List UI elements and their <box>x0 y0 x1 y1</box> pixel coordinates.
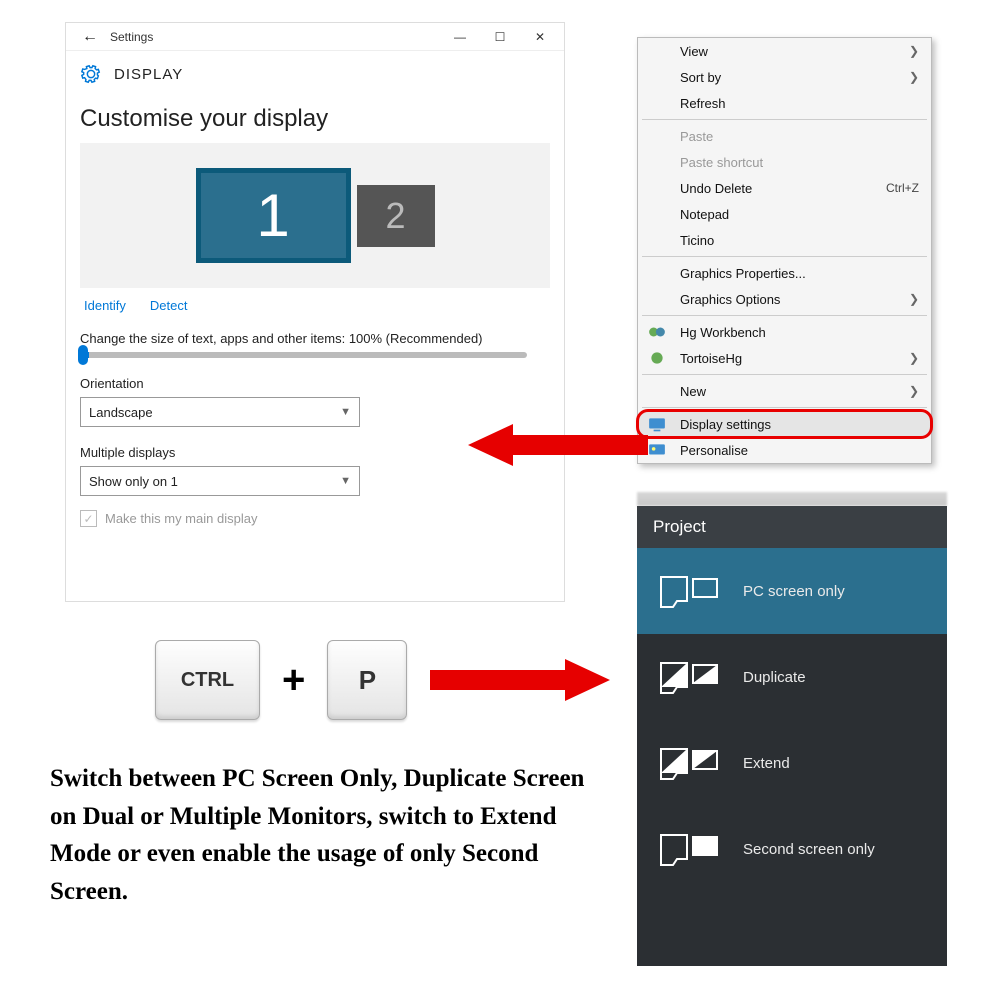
back-button[interactable]: ← <box>70 28 110 46</box>
project-label: Duplicate <box>743 669 806 686</box>
cm-tortoisehg[interactable]: TortoiseHg❯ <box>638 345 931 371</box>
pc-only-icon <box>659 571 721 611</box>
personalise-icon <box>648 441 666 459</box>
chevron-right-icon: ❯ <box>909 351 919 365</box>
main-display-label: Make this my main display <box>105 511 257 526</box>
maximize-button[interactable]: ☐ <box>480 30 520 44</box>
separator <box>642 407 927 408</box>
checkbox-icon: ✓ <box>80 510 97 527</box>
cm-view[interactable]: View❯ <box>638 38 931 64</box>
slider-thumb[interactable] <box>78 345 88 365</box>
tortoise-icon <box>648 349 666 367</box>
shortcut-text: Ctrl+Z <box>886 181 919 195</box>
second-only-icon <box>659 829 721 869</box>
cm-graphics-options[interactable]: Graphics Options❯ <box>638 286 931 312</box>
separator <box>642 374 927 375</box>
monitor-2[interactable]: 2 <box>357 185 435 247</box>
project-label: Extend <box>743 755 790 772</box>
orientation-label: Orientation <box>80 376 550 391</box>
cm-display-settings[interactable]: Display settings <box>638 411 931 437</box>
cm-undo[interactable]: Undo DeleteCtrl+Z <box>638 175 931 201</box>
separator <box>642 315 927 316</box>
chevron-right-icon: ❯ <box>909 292 919 306</box>
scale-slider[interactable] <box>80 352 527 358</box>
chevron-right-icon: ❯ <box>909 70 919 84</box>
header-title: DISPLAY <box>114 66 183 83</box>
plus-sign: + <box>282 658 305 703</box>
cm-paste: Paste <box>638 123 931 149</box>
keyboard-shortcut: CTRL + P <box>155 640 407 720</box>
cm-paste-shortcut: Paste shortcut <box>638 149 931 175</box>
orientation-dropdown[interactable]: Landscape ▼ <box>80 397 360 427</box>
chevron-down-icon: ▼ <box>340 475 351 487</box>
header: DISPLAY <box>66 51 564 91</box>
detect-link[interactable]: Detect <box>150 298 188 313</box>
multiple-displays-dropdown[interactable]: Show only on 1 ▼ <box>80 466 360 496</box>
project-duplicate[interactable]: Duplicate <box>637 634 947 720</box>
project-extend[interactable]: Extend <box>637 720 947 806</box>
cm-new[interactable]: New❯ <box>638 378 931 404</box>
monitor-1[interactable]: 1 <box>196 168 351 263</box>
main-display-checkbox: ✓ Make this my main display <box>80 510 550 527</box>
identify-link[interactable]: Identify <box>84 298 126 313</box>
arrow-annotation <box>430 655 610 705</box>
section-heading: Customise your display <box>66 91 564 143</box>
project-label: PC screen only <box>743 583 845 600</box>
chevron-right-icon: ❯ <box>909 44 919 58</box>
extend-icon <box>659 743 721 783</box>
window-title: Settings <box>110 30 153 44</box>
cm-refresh[interactable]: Refresh <box>638 90 931 116</box>
separator <box>642 256 927 257</box>
project-panel: Project PC screen only Duplicate <box>637 506 947 966</box>
project-pc-only[interactable]: PC screen only <box>637 548 947 634</box>
caption-text: Switch between PC Screen Only, Duplicate… <box>50 760 600 910</box>
key-p: P <box>327 640 407 720</box>
titlebar: ← Settings ― ☐ ✕ <box>66 23 564 51</box>
cm-hg-workbench[interactable]: Hg Workbench <box>638 319 931 345</box>
cm-notepad[interactable]: Notepad <box>638 201 931 227</box>
project-label: Second screen only <box>743 841 875 858</box>
scale-label: Change the size of text, apps and other … <box>80 331 550 346</box>
minimize-button[interactable]: ― <box>440 30 480 44</box>
multiple-displays-value: Show only on 1 <box>89 474 178 489</box>
display-preview[interactable]: 1 2 <box>80 143 550 288</box>
settings-window: ← Settings ― ☐ ✕ DISPLAY Customise your … <box>65 22 565 602</box>
cm-ticino[interactable]: Ticino <box>638 227 931 253</box>
blurred-background <box>637 492 947 506</box>
desktop-context-menu: View❯ Sort by❯ Refresh Paste Paste short… <box>637 37 932 464</box>
arrow-annotation <box>468 420 648 470</box>
chevron-right-icon: ❯ <box>909 384 919 398</box>
separator <box>642 119 927 120</box>
cm-sort[interactable]: Sort by❯ <box>638 64 931 90</box>
project-second-only[interactable]: Second screen only <box>637 806 947 892</box>
chevron-down-icon: ▼ <box>340 406 351 418</box>
close-button[interactable]: ✕ <box>520 30 560 44</box>
cm-graphics-properties[interactable]: Graphics Properties... <box>638 260 931 286</box>
hg-icon <box>648 323 666 341</box>
project-title: Project <box>637 506 947 548</box>
duplicate-icon <box>659 657 721 697</box>
monitor-icon <box>648 415 666 433</box>
orientation-value: Landscape <box>89 405 153 420</box>
cm-personalise[interactable]: Personalise <box>638 437 931 463</box>
gear-icon <box>80 63 102 85</box>
key-ctrl: CTRL <box>155 640 260 720</box>
